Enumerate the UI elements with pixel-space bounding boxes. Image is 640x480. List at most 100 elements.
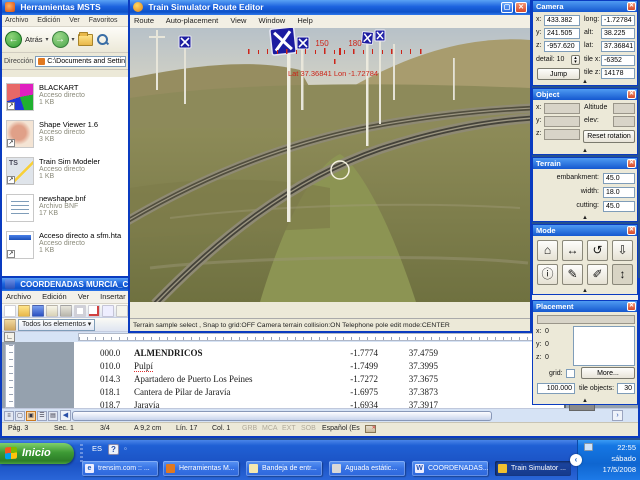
status-toggle-mca[interactable]: MCA bbox=[262, 423, 278, 435]
scroll-left-button[interactable]: ◀ bbox=[60, 410, 71, 421]
help-icon[interactable]: ? bbox=[108, 444, 119, 455]
word-menu-edicion[interactable]: Edición bbox=[42, 292, 67, 301]
mode-terrain-pick-button[interactable]: ✐ bbox=[587, 264, 608, 285]
up-folder-icon[interactable] bbox=[77, 31, 93, 46]
explorer-menu-archivo[interactable]: Archivo bbox=[5, 17, 28, 24]
panel-collapse-handle[interactable]: ▲ bbox=[533, 288, 637, 294]
menu-view[interactable]: View bbox=[230, 16, 246, 25]
explorer-menu-edicion[interactable]: Edición bbox=[37, 17, 60, 24]
file-item[interactable]: ↗ BLACKART Acceso directo 1 KB bbox=[6, 83, 124, 111]
taskbar-button-aguada[interactable]: Aguada estátic... bbox=[329, 461, 405, 476]
route-editor-viewport[interactable]: 150 180 Lat 37.36841 Lon -1.72784 bbox=[121, 26, 535, 308]
taskbar-button-herramientas[interactable]: Herramientas M... bbox=[163, 461, 239, 476]
copy-icon[interactable] bbox=[116, 304, 128, 317]
outline-view-button[interactable]: ☰ bbox=[37, 411, 47, 421]
terrain-panel-titlebar[interactable]: Terrain ✕ bbox=[533, 158, 637, 169]
status-toggle-sob[interactable]: SOB bbox=[301, 423, 316, 435]
new-document-icon[interactable] bbox=[4, 304, 16, 317]
status-toggle-grb[interactable]: GRB bbox=[242, 423, 257, 435]
explorer-menu-favoritos[interactable]: Favoritos bbox=[89, 17, 118, 24]
close-icon[interactable]: ✕ bbox=[627, 90, 636, 99]
elements-dropdown[interactable]: Todos los elementos ▾ bbox=[18, 318, 96, 331]
language-badge[interactable]: ES bbox=[92, 444, 102, 453]
taskbar-button-train-simulator[interactable]: Train Simulator ... bbox=[495, 461, 571, 476]
file-item[interactable]: ↗ Acceso directo a sfm.hta Acceso directo… bbox=[6, 231, 124, 259]
camera-tilez-field[interactable]: 14178 bbox=[601, 68, 635, 79]
word-menu-archivo[interactable]: Archivo bbox=[6, 292, 31, 301]
close-icon[interactable]: ✕ bbox=[627, 226, 636, 235]
tab-selector[interactable]: ∟ bbox=[4, 332, 15, 342]
mode-rotate-object-button[interactable]: ↺ bbox=[587, 240, 608, 261]
camera-z-field[interactable]: -957.620 bbox=[544, 41, 580, 52]
explorer-file-list[interactable]: ↗ BLACKART Acceso directo 1 KB ↗ Shape Vie… bbox=[2, 77, 128, 276]
placement-panel-titlebar[interactable]: Placement ✕ bbox=[533, 301, 637, 312]
horizontal-ruler[interactable] bbox=[78, 333, 562, 341]
taskbar-button-trensim[interactable]: e trensim.com :: ... bbox=[82, 461, 158, 476]
maximize-button[interactable]: ▢ bbox=[501, 2, 513, 13]
horizontal-scroll-thumb[interactable] bbox=[72, 411, 492, 421]
placement-listbox[interactable] bbox=[573, 326, 635, 366]
mode-drop-object-button[interactable]: ⇩ bbox=[612, 240, 633, 261]
tray-network-icon[interactable] bbox=[584, 443, 593, 451]
mode-move-object-button[interactable]: ↔ bbox=[562, 240, 583, 261]
camera-lat-field[interactable]: 37.36841 bbox=[601, 41, 635, 52]
panel-collapse-handle[interactable]: ▲ bbox=[533, 215, 637, 221]
camera-alt-field[interactable]: 38.225 bbox=[601, 28, 635, 39]
save-icon[interactable] bbox=[32, 304, 44, 317]
taskbar-button-coordenadas[interactable]: W COORDENADAS... bbox=[412, 461, 488, 476]
explorer-menu-ver[interactable]: Ver bbox=[69, 17, 80, 24]
width-field[interactable]: 18.0 bbox=[603, 187, 635, 198]
camera-long-field[interactable]: -1.72784 bbox=[601, 15, 635, 26]
explorer-titlebar[interactable]: Herramientas MSTS bbox=[2, 0, 128, 15]
panel-collapse-handle[interactable]: ▲ bbox=[533, 398, 637, 404]
word-menu-insertar[interactable]: Insertar bbox=[100, 292, 125, 301]
open-icon[interactable] bbox=[18, 304, 30, 317]
close-icon[interactable]: ✕ bbox=[627, 302, 636, 311]
embankment-field[interactable]: 45.0 bbox=[603, 173, 635, 184]
cutting-field[interactable]: 45.0 bbox=[603, 201, 635, 212]
scroll-right-button[interactable]: › bbox=[612, 410, 623, 421]
mode-terrain-paint-button[interactable]: ✎ bbox=[562, 264, 583, 285]
forward-dropdown-icon[interactable]: ▾ bbox=[72, 36, 75, 43]
mode-adjust-height-button[interactable]: ↕ bbox=[612, 264, 633, 285]
mode-panel-titlebar[interactable]: Mode ✕ bbox=[533, 225, 637, 236]
menu-route[interactable]: Route bbox=[134, 16, 154, 25]
file-item[interactable]: newshape.bnf Archivo BNF 17 KB bbox=[6, 194, 124, 222]
close-icon[interactable]: ✕ bbox=[627, 2, 636, 11]
close-button[interactable]: ✕ bbox=[515, 2, 527, 13]
spelling-icon[interactable] bbox=[88, 304, 100, 317]
reset-rotation-button[interactable]: Reset rotation bbox=[583, 130, 635, 143]
menu-auto-placement[interactable]: Auto-placement bbox=[166, 16, 219, 25]
menu-help[interactable]: Help bbox=[297, 16, 312, 25]
panel-collapse-handle[interactable]: ▲ bbox=[533, 79, 637, 85]
search-icon[interactable] bbox=[96, 33, 109, 46]
detail-spinner[interactable]: ▴ ▾ bbox=[571, 55, 580, 65]
camera-panel-titlebar[interactable]: Camera ✕ bbox=[533, 1, 637, 12]
grid-checkbox[interactable] bbox=[566, 369, 575, 378]
menu-window[interactable]: Window bbox=[259, 16, 286, 25]
file-item[interactable]: ↗ Shape Viewer 1.6 Acceso directo 3 KB bbox=[6, 120, 124, 148]
restore-toolbar-icon[interactable]: ▫ bbox=[124, 444, 127, 453]
back-dropdown-icon[interactable]: ▾ bbox=[46, 36, 49, 43]
snap-field[interactable]: 100.000 bbox=[537, 383, 575, 394]
object-panel-titlebar[interactable]: Object ✕ bbox=[533, 89, 637, 100]
print-icon[interactable] bbox=[60, 304, 72, 317]
web-view-button[interactable]: ▢ bbox=[15, 411, 25, 421]
normal-view-button[interactable]: ≡ bbox=[4, 411, 14, 421]
document-page[interactable]: 000.0 ALMENDRICOS -1.7774 37.4759 010.0 … bbox=[74, 342, 564, 408]
mode-place-object-button[interactable]: ⌂ bbox=[537, 240, 558, 261]
mode-object-info-button[interactable]: ⓘ bbox=[537, 264, 558, 285]
reading-view-button[interactable]: ▤ bbox=[48, 411, 58, 421]
forward-button[interactable]: → bbox=[51, 31, 69, 48]
taskbar-button-bandeja[interactable]: Bandeja de entr... bbox=[246, 461, 322, 476]
tray-collapse-chevron-icon[interactable]: ‹ bbox=[570, 454, 582, 466]
print-layout-button[interactable]: ▣ bbox=[26, 411, 36, 421]
camera-tilex-field[interactable]: -6352 bbox=[601, 55, 635, 66]
address-input[interactable]: C:\Documents and Setting bbox=[35, 55, 126, 67]
file-item[interactable]: ↗ Train Sim ModelerAcceso directo1 KB bbox=[6, 157, 124, 185]
back-label[interactable]: Atrás bbox=[25, 35, 43, 44]
print-preview-icon[interactable] bbox=[74, 304, 86, 317]
more-button[interactable]: More... bbox=[581, 367, 635, 379]
camera-y-field[interactable]: 241.505 bbox=[544, 28, 580, 39]
word-menu-ver[interactable]: Ver bbox=[78, 292, 89, 301]
